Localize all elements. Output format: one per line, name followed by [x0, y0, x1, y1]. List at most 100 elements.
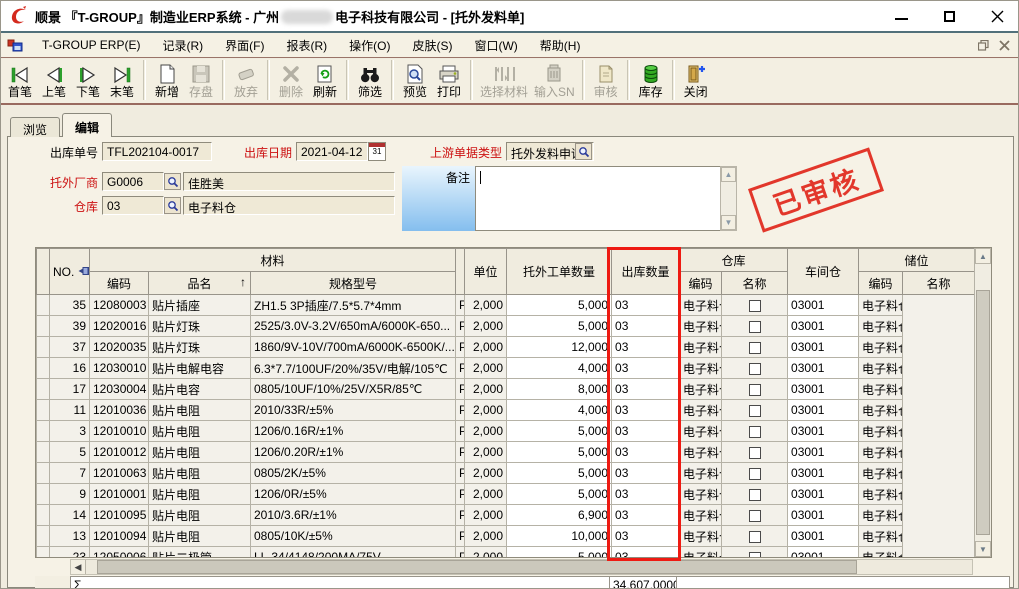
cell-wh_code[interactable]: 03	[612, 316, 680, 337]
table-row[interactable]: 3512080003贴片插座ZH1.5 3P插座/7.5*5.7*4mmPCS2…	[37, 295, 975, 316]
warehouse-code-field[interactable]: 03	[102, 196, 164, 215]
cell-no[interactable]: 16	[50, 358, 90, 379]
row-indicator-cell[interactable]	[37, 337, 50, 358]
toolbar-print-button[interactable]: 打印	[432, 59, 466, 100]
cell-workshop[interactable]	[722, 526, 788, 547]
cell-loc_name[interactable]: 电子料仓一储	[859, 358, 903, 379]
cell-out_qty[interactable]: 4,000	[507, 400, 612, 421]
header-loc-code[interactable]: 编码	[859, 272, 903, 295]
cell-order_qty[interactable]: 2,000	[465, 316, 507, 337]
cell-no[interactable]: 39	[50, 316, 90, 337]
cell-out_qty[interactable]: 10,000	[507, 526, 612, 547]
menu-window[interactable]: 窗口(W)	[463, 35, 528, 56]
cell-unit[interactable]: PCS	[456, 400, 465, 421]
workshop-checkbox[interactable]	[749, 468, 761, 480]
toolbar-inventory-button[interactable]: 库存	[634, 59, 668, 100]
cell-no[interactable]: 17	[50, 379, 90, 400]
cell-out_qty[interactable]: 5,000	[507, 421, 612, 442]
cell-wh_code[interactable]: 03	[612, 442, 680, 463]
cell-spec[interactable]: 6.3*7.7/100UF/20%/35V/电解/105℃	[251, 358, 456, 379]
menu-help[interactable]: 帮助(H)	[529, 35, 592, 56]
cell-order_qty[interactable]: 2,000	[465, 358, 507, 379]
header-unit[interactable]: 单位	[465, 249, 507, 295]
cell-workshop[interactable]	[722, 421, 788, 442]
workshop-checkbox[interactable]	[749, 552, 761, 558]
cell-loc_code[interactable]: 03001	[788, 337, 859, 358]
cell-code[interactable]: 12010001	[90, 484, 149, 505]
cell-name[interactable]: 贴片二极管	[149, 547, 251, 559]
cell-loc_code[interactable]: 03001	[788, 526, 859, 547]
cell-spec[interactable]: 1206/0.16R/±1%	[251, 421, 456, 442]
remark-scrollbar[interactable]: ▲ ▼	[720, 166, 737, 231]
cell-loc_name[interactable]: 电子料仓一储	[859, 400, 903, 421]
cell-workshop[interactable]	[722, 295, 788, 316]
menu-report[interactable]: 报表(R)	[275, 35, 338, 56]
cell-unit[interactable]: PCS	[456, 337, 465, 358]
cell-code[interactable]: 12010010	[90, 421, 149, 442]
cell-loc_code[interactable]: 03001	[788, 442, 859, 463]
workshop-checkbox[interactable]	[749, 405, 761, 417]
header-order-qty[interactable]: 托外工单数量	[507, 249, 612, 295]
cell-unit[interactable]: PCS	[456, 547, 465, 559]
menu-operation[interactable]: 操作(O)	[338, 35, 401, 56]
cell-no[interactable]: 11	[50, 400, 90, 421]
table-row[interactable]: 912010001贴片电阻1206/0R/±5%PCS2,0005,00003电…	[37, 484, 975, 505]
menu-record[interactable]: 记录(R)	[151, 35, 214, 56]
cell-out_qty[interactable]: 8,000	[507, 379, 612, 400]
header-workshop[interactable]: 车间仓	[788, 249, 859, 295]
cell-name[interactable]: 贴片插座	[149, 295, 251, 316]
row-indicator-cell[interactable]	[37, 505, 50, 526]
tab-edit[interactable]: 编辑	[62, 113, 112, 137]
cell-loc_code[interactable]: 03001	[788, 295, 859, 316]
workshop-checkbox[interactable]	[749, 531, 761, 543]
cell-order_qty[interactable]: 2,000	[465, 484, 507, 505]
cell-code[interactable]: 12020035	[90, 337, 149, 358]
row-indicator-cell[interactable]	[37, 295, 50, 316]
row-indicator-cell[interactable]	[37, 316, 50, 337]
cell-wh_code[interactable]: 03	[612, 400, 680, 421]
cell-wh_name[interactable]: 电子料仓	[680, 295, 722, 316]
cell-order_qty[interactable]: 2,000	[465, 379, 507, 400]
cell-workshop[interactable]	[722, 400, 788, 421]
cell-no[interactable]: 7	[50, 463, 90, 484]
menu-skin[interactable]: 皮肤(S)	[401, 35, 463, 56]
cell-code[interactable]: 12010036	[90, 400, 149, 421]
cell-wh_name[interactable]: 电子料仓	[680, 358, 722, 379]
cell-name[interactable]: 贴片灯珠	[149, 316, 251, 337]
cell-workshop[interactable]	[722, 547, 788, 559]
window-close-button[interactable]	[990, 9, 1004, 23]
table-row[interactable]: 1412010095贴片电阻2010/3.6R/±1%PCS2,0006,900…	[37, 505, 975, 526]
cell-unit[interactable]: PCS	[456, 316, 465, 337]
cell-loc_name[interactable]: 电子料仓一储	[859, 463, 903, 484]
cell-code[interactable]: 12010063	[90, 463, 149, 484]
toolbar-next-button[interactable]: 下笔	[71, 59, 105, 100]
cell-loc_name[interactable]: 电子料仓一储	[859, 526, 903, 547]
table-row[interactable]: 1712030004贴片电容0805/10UF/10%/25V/X5R/85℃P…	[37, 379, 975, 400]
cell-wh_name[interactable]: 电子料仓	[680, 400, 722, 421]
cell-spec[interactable]: LL-34/4148/200MA/75V	[251, 547, 456, 559]
cell-spec[interactable]: 2010/33R/±5%	[251, 400, 456, 421]
cell-unit[interactable]: PCS	[456, 295, 465, 316]
cell-loc_name[interactable]: 电子料仓一储	[859, 505, 903, 526]
cell-out_qty[interactable]: 5,000	[507, 442, 612, 463]
cell-spec[interactable]: 1206/0.20R/±1%	[251, 442, 456, 463]
cell-wh_code[interactable]: 03	[612, 358, 680, 379]
toolbar-prev-button[interactable]: 上笔	[37, 59, 71, 100]
header-code[interactable]: 编码	[90, 272, 149, 295]
upstream-lookup-button[interactable]	[575, 143, 592, 160]
cell-unit[interactable]: PCS	[456, 505, 465, 526]
cell-wh_code[interactable]: 03	[612, 421, 680, 442]
cell-loc_code[interactable]: 03001	[788, 421, 859, 442]
cell-name[interactable]: 贴片电阻	[149, 484, 251, 505]
cell-workshop[interactable]	[722, 379, 788, 400]
table-row[interactable]: 512010012贴片电阻1206/0.20R/±1%PCS2,0005,000…	[37, 442, 975, 463]
cell-loc_name[interactable]: 电子料仓一储	[859, 484, 903, 505]
cell-wh_code[interactable]: 03	[612, 295, 680, 316]
cell-name[interactable]: 贴片灯珠	[149, 337, 251, 358]
cell-out_qty[interactable]: 5,000	[507, 547, 612, 559]
workshop-checkbox[interactable]	[749, 342, 761, 354]
cell-name[interactable]: 贴片电阻	[149, 463, 251, 484]
cell-loc_name[interactable]: 电子料仓一储	[859, 295, 903, 316]
cell-name[interactable]: 贴片电容	[149, 379, 251, 400]
cell-loc_name[interactable]: 电子料仓一储	[859, 316, 903, 337]
